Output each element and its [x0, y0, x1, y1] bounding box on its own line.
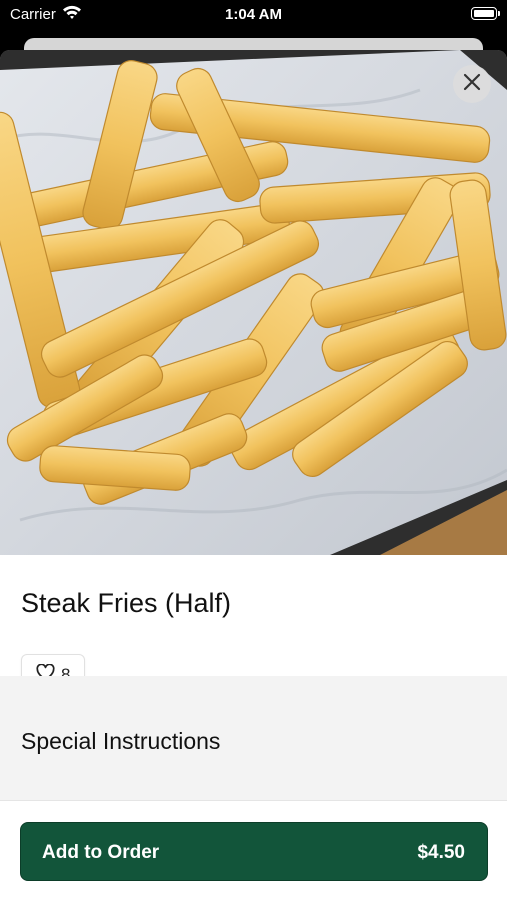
close-button[interactable] — [453, 65, 491, 103]
item-title: Steak Fries (Half) — [21, 588, 232, 618]
special-instructions-title: Special Instructions — [21, 728, 221, 754]
add-to-order-button[interactable]: Add to Order $4.50 — [20, 822, 488, 881]
status-bar: Carrier 1:04 AM — [0, 0, 507, 30]
status-time: 1:04 AM — [225, 6, 282, 23]
order-price: $4.50 — [417, 842, 465, 863]
close-icon — [463, 73, 481, 96]
battery-icon — [471, 7, 500, 20]
item-image — [0, 50, 507, 555]
add-to-order-label: Add to Order — [42, 842, 160, 863]
